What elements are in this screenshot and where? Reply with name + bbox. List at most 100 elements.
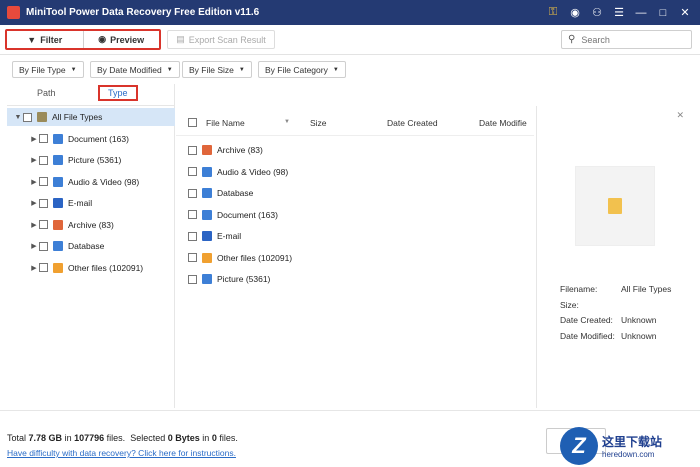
chevron-down-icon: ▼: [238, 66, 245, 73]
filter-icon: ▼: [27, 34, 37, 45]
list-item[interactable]: Picture (5361): [176, 270, 534, 288]
list-item-checkbox[interactable]: [188, 167, 197, 176]
toolbar: ▼ Filter ◉ Preview ▤ Export Scan Result …: [0, 25, 700, 55]
filter-by-file-size[interactable]: By File Size ▼: [182, 61, 252, 78]
expand-arrow-icon[interactable]: ▶: [29, 221, 39, 229]
select-all-checkbox[interactable]: [188, 118, 197, 127]
file-list-pane: File Name ▼ Size Date Created Date Modif…: [176, 106, 534, 408]
tree-checkbox[interactable]: [23, 112, 32, 122]
tree-checkbox[interactable]: [39, 155, 48, 165]
disc-icon[interactable]: ◉: [564, 6, 586, 19]
list-item[interactable]: Other files (102091): [176, 249, 534, 267]
search-input[interactable]: [581, 34, 682, 45]
filter-by-file-category[interactable]: By File Category ▼: [258, 61, 346, 78]
list-item[interactable]: E-mail: [176, 227, 534, 245]
files-text: files.: [219, 433, 238, 443]
tree-item-label: Database: [68, 241, 105, 251]
tree-item[interactable]: ▶ E-mail: [7, 194, 175, 212]
filter-label: By Date Modified: [97, 64, 162, 75]
close-icon[interactable]: ✕: [674, 6, 696, 19]
list-item-label: E-mail: [217, 231, 242, 241]
expand-arrow-icon[interactable]: ▶: [29, 156, 39, 164]
left-tree-pane: Path Type ▼ All File Types ▶ Document (163)…: [7, 84, 175, 408]
list-item-checkbox[interactable]: [188, 145, 197, 155]
search-icon: ⚲: [568, 34, 576, 45]
tree-item[interactable]: ▶ Archive (83): [7, 216, 175, 234]
filter-label: By File Category: [265, 64, 328, 75]
tree-item[interactable]: ▶ Other files (102091): [7, 259, 175, 277]
archive-icon: [202, 145, 212, 155]
tree-checkbox[interactable]: [39, 220, 48, 229]
preview-thumbnail: [575, 166, 655, 246]
preview-label: Preview: [110, 34, 145, 45]
column-date-created[interactable]: Date Created: [387, 118, 438, 128]
tree-checkbox[interactable]: [39, 241, 48, 251]
tree-item-label: Other files (102091): [68, 262, 144, 273]
tree-item[interactable]: ▶ Document (163): [7, 130, 175, 148]
other-files-icon: [53, 262, 63, 273]
tree-item[interactable]: ▼ All File Types: [7, 108, 175, 126]
export-scan-result-button[interactable]: ▤ Export Scan Result: [167, 30, 275, 49]
list-item[interactable]: Archive (83): [176, 141, 534, 159]
headphones-icon[interactable]: ⚇: [586, 6, 608, 19]
list-item-checkbox[interactable]: [188, 274, 197, 284]
tree-item[interactable]: ▶ Database: [7, 237, 175, 255]
expand-arrow-icon[interactable]: ▶: [29, 178, 39, 186]
close-preview-icon[interactable]: ✕: [676, 110, 684, 121]
list-item[interactable]: Document (163): [176, 206, 534, 224]
list-item-label: Document (163): [217, 209, 278, 220]
list-item-label: Database: [217, 188, 254, 198]
filter-button[interactable]: ▼ Filter: [7, 31, 83, 48]
expand-arrow-icon[interactable]: ▶: [29, 199, 39, 207]
list-item-label: Picture (5361): [217, 274, 271, 284]
tab-path[interactable]: Path: [37, 88, 56, 98]
eye-icon: ◉: [98, 34, 107, 44]
expand-arrow-icon[interactable]: ▶: [29, 242, 39, 250]
expand-arrow-icon[interactable]: ▶: [29, 264, 39, 272]
info-date-modified: Date Modified: Unknown: [560, 331, 656, 341]
column-header-row: File Name ▼ Size Date Created Date Modif…: [176, 106, 534, 136]
menu-icon[interactable]: ☰: [608, 6, 630, 19]
column-date-modified[interactable]: Date Modifie: [479, 118, 527, 128]
list-item-checkbox[interactable]: [188, 210, 197, 219]
filter-by-date-modified[interactable]: By Date Modified ▼: [90, 61, 180, 78]
list-item-checkbox[interactable]: [188, 231, 197, 241]
column-size[interactable]: Size: [310, 118, 327, 128]
tree-checkbox[interactable]: [39, 263, 48, 272]
minimize-icon[interactable]: —: [630, 7, 652, 19]
help-link[interactable]: Have difficulty with data recovery? Clic…: [7, 448, 236, 458]
tree-checkbox[interactable]: [39, 177, 48, 186]
key-icon[interactable]: ⚿: [542, 6, 564, 19]
document-icon: [53, 133, 63, 144]
tree-item-label: Archive (83): [68, 219, 114, 230]
expand-arrow-icon[interactable]: ▶: [29, 135, 39, 143]
tree-item[interactable]: ▶ Audio & Video (98): [7, 173, 175, 191]
filter-label: By File Size: [189, 64, 234, 75]
info-date-created: Date Created: Unknown: [560, 315, 656, 325]
sort-arrow-icon[interactable]: ▼: [284, 119, 290, 125]
search-box[interactable]: ⚲: [561, 30, 692, 49]
collapse-arrow-icon[interactable]: ▼: [13, 114, 23, 121]
other-files-icon: [202, 252, 212, 263]
tab-type[interactable]: Type: [98, 85, 138, 101]
view-tabs: Path Type: [7, 84, 174, 106]
list-item-checkbox[interactable]: [188, 188, 197, 198]
list-item[interactable]: Database: [176, 184, 534, 202]
preview-button[interactable]: ◉ Preview: [82, 31, 160, 48]
maximize-icon[interactable]: □: [652, 7, 674, 19]
tree-item[interactable]: ▶ Picture (5361): [7, 151, 175, 169]
tree-checkbox[interactable]: [39, 198, 48, 208]
date-created-label: Date Created:: [560, 315, 613, 325]
size-label: Size:: [560, 300, 579, 310]
list-item-checkbox[interactable]: [188, 253, 197, 262]
column-file-name[interactable]: File Name: [206, 118, 245, 128]
tree-item-label: E-mail: [68, 198, 93, 208]
files-text: files.: [106, 433, 126, 443]
filter-by-file-type[interactable]: By File Type ▼: [12, 61, 84, 78]
database-icon: [53, 241, 63, 251]
picture-icon: [53, 155, 63, 165]
in-text: in: [202, 433, 210, 443]
document-icon: [202, 209, 212, 220]
tree-checkbox[interactable]: [39, 134, 48, 143]
list-item[interactable]: Audio & Video (98): [176, 163, 534, 181]
